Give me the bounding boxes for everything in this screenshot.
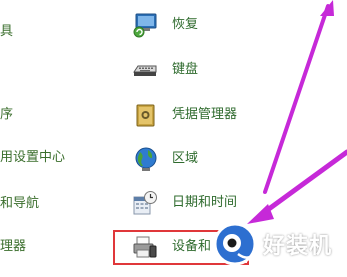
arrow-line-upper	[263, 4, 330, 194]
watermark-logo-icon	[213, 222, 257, 266]
arrow-head-upper	[320, 0, 334, 16]
watermark-text: 好装机	[263, 234, 333, 259]
watermark: 好装机	[208, 218, 347, 273]
